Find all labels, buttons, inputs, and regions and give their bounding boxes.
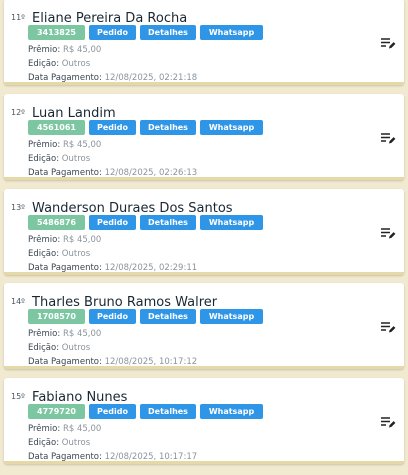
data-pagamento-label: Data Pagamento: <box>28 263 102 273</box>
winner-header: 13º Wanderson Duraes Dos Santos <box>11 197 233 216</box>
edit-list-icon[interactable] <box>380 130 396 146</box>
whatsapp-button[interactable]: Whatsapp <box>200 309 263 324</box>
winner-header: 11º Eliane Pereira Da Rocha <box>11 7 187 26</box>
winner-info: Prêmio: R$ 45,00 Edição: Outros Data Pag… <box>28 233 197 275</box>
edit-list-icon[interactable] <box>380 319 396 335</box>
order-code-badge: 4779720 <box>28 404 85 419</box>
winner-card: 12º Luan Landim 4561061 Pedido Detalhes … <box>4 94 404 180</box>
data-pagamento-value: 12/08/2025, 02:26:13 <box>104 168 198 178</box>
winner-info: Prêmio: R$ 45,00 Edição: Outros Data Pag… <box>28 422 197 464</box>
data-pagamento-value: 12/08/2025, 02:29:11 <box>104 263 198 273</box>
winner-info: Prêmio: R$ 45,00 Edição: Outros Data Pag… <box>28 327 197 369</box>
winner-name: Tharles Bruno Ramos Walrer <box>32 295 218 310</box>
detalhes-button[interactable]: Detalhes <box>140 215 196 230</box>
action-row: 5486876 Pedido Detalhes Whatsapp <box>28 215 263 230</box>
premio-label: Prêmio: <box>28 45 61 55</box>
premio-value: R$ 45,00 <box>62 424 102 434</box>
pedido-button[interactable]: Pedido <box>89 25 136 40</box>
data-pagamento-label: Data Pagamento: <box>28 73 102 83</box>
winner-card: 15º Fabiano Nunes 4779720 Pedido Detalhe… <box>4 378 404 464</box>
pedido-button[interactable]: Pedido <box>89 404 136 419</box>
pedido-button[interactable]: Pedido <box>89 215 136 230</box>
order-code-badge: 1708570 <box>28 309 85 324</box>
order-code-badge: 5486876 <box>28 215 85 230</box>
winner-info: Prêmio: R$ 45,00 Edição: Outros Data Pag… <box>28 138 197 180</box>
winner-card: 13º Wanderson Duraes Dos Santos 5486876 … <box>4 189 404 275</box>
winner-position: 14º <box>11 297 25 306</box>
whatsapp-button[interactable]: Whatsapp <box>200 215 263 230</box>
pedido-button[interactable]: Pedido <box>89 120 136 135</box>
edicao-value: Outros <box>61 154 91 164</box>
premio-value: R$ 45,00 <box>62 329 102 339</box>
data-pagamento-label: Data Pagamento: <box>28 452 102 462</box>
edicao-value: Outros <box>61 249 91 259</box>
winner-position: 13º <box>11 203 25 212</box>
edicao-label: Edição: <box>28 249 60 259</box>
detalhes-button[interactable]: Detalhes <box>140 404 196 419</box>
whatsapp-button[interactable]: Whatsapp <box>200 120 263 135</box>
winner-card: 11º Eliane Pereira Da Rocha 3413825 Pedi… <box>4 0 404 85</box>
premio-label: Prêmio: <box>28 424 61 434</box>
order-code-badge: 4561061 <box>28 120 85 135</box>
whatsapp-button[interactable]: Whatsapp <box>200 25 263 40</box>
action-row: 4779720 Pedido Detalhes Whatsapp <box>28 404 263 419</box>
winner-name: Fabiano Nunes <box>32 390 128 405</box>
winner-name: Wanderson Duraes Dos Santos <box>32 201 233 216</box>
winner-card: 14º Tharles Bruno Ramos Walrer 1708570 P… <box>4 283 404 369</box>
premio-value: R$ 45,00 <box>62 140 102 150</box>
winner-position: 11º <box>11 13 25 22</box>
whatsapp-button[interactable]: Whatsapp <box>200 404 263 419</box>
action-row: 3413825 Pedido Detalhes Whatsapp <box>28 25 263 40</box>
data-pagamento-label: Data Pagamento: <box>28 168 102 178</box>
winner-header: 14º Tharles Bruno Ramos Walrer <box>11 291 217 310</box>
winner-header: 12º Luan Landim <box>11 102 116 121</box>
edicao-value: Outros <box>61 59 91 69</box>
order-code-badge: 3413825 <box>28 25 85 40</box>
data-pagamento-value: 12/08/2025, 10:17:17 <box>104 452 198 462</box>
detalhes-button[interactable]: Detalhes <box>140 120 196 135</box>
winner-name: Luan Landim <box>32 106 116 121</box>
premio-value: R$ 45,00 <box>62 235 102 245</box>
data-pagamento-value: 12/08/2025, 02:21:18 <box>104 73 198 83</box>
edit-list-icon[interactable] <box>380 414 396 430</box>
data-pagamento-value: 12/08/2025, 10:17:12 <box>104 357 198 367</box>
detalhes-button[interactable]: Detalhes <box>140 25 196 40</box>
edicao-label: Edição: <box>28 154 60 164</box>
winner-info: Prêmio: R$ 45,00 Edição: Outros Data Pag… <box>28 43 197 85</box>
winner-header: 15º Fabiano Nunes <box>11 386 127 405</box>
winners-list: 11º Eliane Pereira Da Rocha 3413825 Pedi… <box>0 0 408 475</box>
action-row: 4561061 Pedido Detalhes Whatsapp <box>28 120 263 135</box>
edit-list-icon[interactable] <box>380 225 396 241</box>
detalhes-button[interactable]: Detalhes <box>140 309 196 324</box>
premio-label: Prêmio: <box>28 235 61 245</box>
edicao-label: Edição: <box>28 59 60 69</box>
winner-position: 12º <box>11 108 25 117</box>
data-pagamento-label: Data Pagamento: <box>28 357 102 367</box>
edit-list-icon[interactable] <box>380 35 396 51</box>
premio-label: Prêmio: <box>28 140 61 150</box>
premio-value: R$ 45,00 <box>62 45 102 55</box>
winner-position: 15º <box>11 392 25 401</box>
edicao-value: Outros <box>61 438 91 448</box>
winner-name: Eliane Pereira Da Rocha <box>32 11 188 26</box>
premio-label: Prêmio: <box>28 329 61 339</box>
edicao-label: Edição: <box>28 343 60 353</box>
action-row: 1708570 Pedido Detalhes Whatsapp <box>28 309 263 324</box>
edicao-label: Edição: <box>28 438 60 448</box>
edicao-value: Outros <box>61 343 91 353</box>
pedido-button[interactable]: Pedido <box>89 309 136 324</box>
